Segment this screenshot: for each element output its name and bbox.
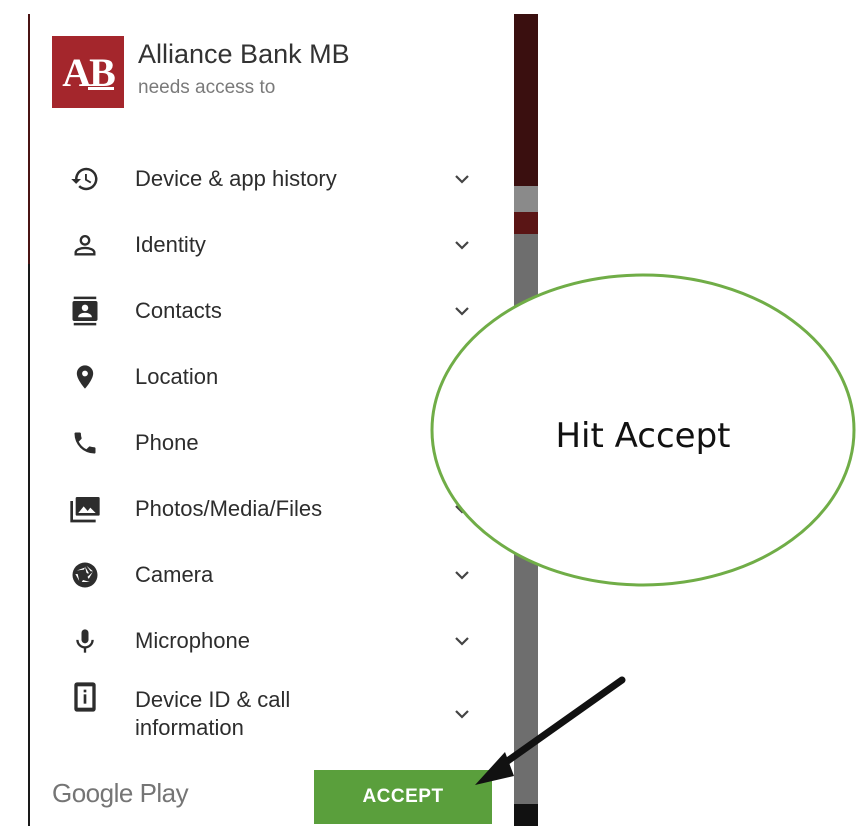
person-icon xyxy=(68,228,102,262)
permission-item-phone[interactable]: Phone xyxy=(30,410,514,476)
camera-shutter-icon xyxy=(68,558,102,592)
chevron-down-icon[interactable] xyxy=(450,167,474,191)
chevron-down-icon[interactable] xyxy=(450,563,474,587)
app-title-block: Alliance Bank MB needs access to xyxy=(138,38,350,100)
background-app-strip xyxy=(514,804,538,826)
app-logo-underline xyxy=(88,87,114,90)
phone-icon xyxy=(68,426,102,460)
app-logo: AB xyxy=(52,36,124,108)
permission-item-contacts[interactable]: Contacts xyxy=(30,278,514,344)
permission-label: Device & app history xyxy=(135,166,337,191)
permission-label: Phone xyxy=(135,430,199,455)
permission-item-identity[interactable]: Identity xyxy=(30,212,514,278)
permission-label: Camera xyxy=(135,562,214,587)
annotation-text: Hit Accept xyxy=(555,416,731,456)
app-name: Alliance Bank MB xyxy=(138,39,350,69)
accept-button[interactable]: ACCEPT xyxy=(314,770,492,824)
permission-item-microphone[interactable]: Microphone xyxy=(30,608,514,674)
background-app-strip xyxy=(514,234,538,804)
permission-item-location[interactable]: Location xyxy=(30,344,514,410)
chevron-down-icon[interactable] xyxy=(450,629,474,653)
permission-label: Photos/Media/Files xyxy=(135,496,323,521)
permission-item-camera[interactable]: Camera xyxy=(30,542,514,608)
permission-label: Contacts xyxy=(135,298,222,323)
chevron-down-icon[interactable] xyxy=(450,299,474,323)
background-app-strip xyxy=(514,212,538,234)
device-info-icon xyxy=(68,680,102,714)
permission-item-photos-media-files[interactable]: Photos/Media/Files xyxy=(30,476,514,542)
chevron-down-icon[interactable] xyxy=(450,702,474,726)
chevron-down-icon[interactable] xyxy=(450,497,474,521)
permission-label: Device ID & call information xyxy=(135,687,291,740)
permission-list: Device & app history Identity Contacts L… xyxy=(30,146,514,754)
permission-label: Location xyxy=(135,364,219,389)
permission-label: Identity xyxy=(135,232,206,257)
permission-item-device-app-history[interactable]: Device & app history xyxy=(30,146,514,212)
permission-label: Microphone xyxy=(135,628,250,653)
background-app-strip xyxy=(514,186,538,212)
contacts-icon xyxy=(68,294,102,328)
background-app-strip xyxy=(514,14,538,186)
history-icon xyxy=(68,162,102,196)
location-pin-icon xyxy=(68,360,102,394)
app-header: AB Alliance Bank MB needs access to xyxy=(52,36,350,110)
google-play-brand: Google Play xyxy=(52,778,189,808)
microphone-icon xyxy=(68,624,102,658)
permission-item-device-id-call-info[interactable]: Device ID & call information xyxy=(30,674,514,754)
photos-icon xyxy=(68,492,102,526)
chevron-down-icon[interactable] xyxy=(450,233,474,257)
app-subtitle: needs access to xyxy=(138,77,276,98)
